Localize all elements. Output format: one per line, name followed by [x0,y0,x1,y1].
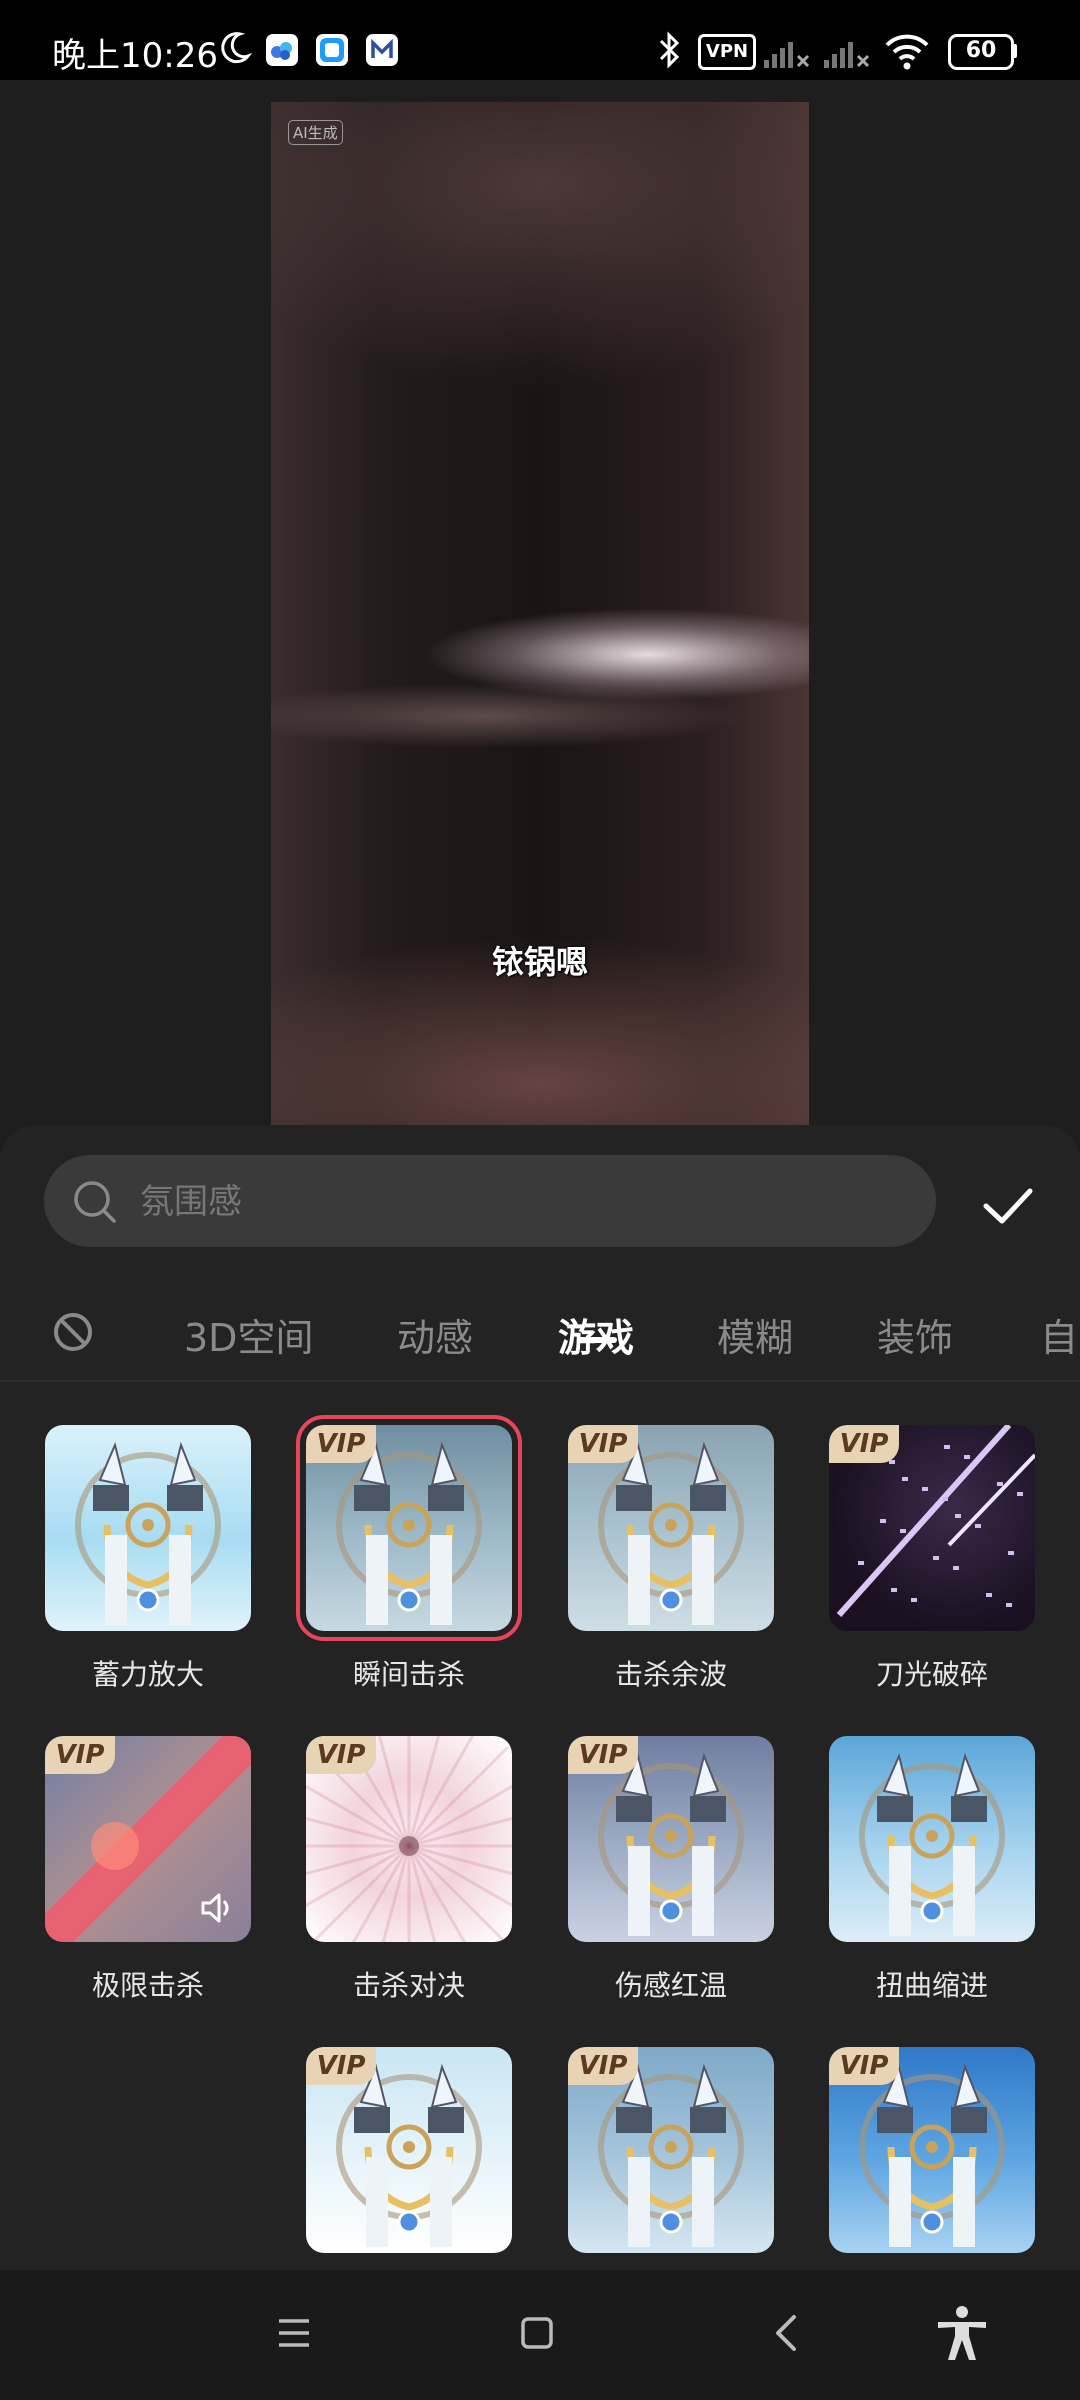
tab-3d-space[interactable]: 3D空间 [184,1307,313,1362]
no-effect-icon[interactable] [52,1311,94,1353]
effect-thumbnail[interactable]: VIP [829,1425,1035,1631]
castle-artwork [75,1441,221,1625]
moon-icon [221,32,252,64]
effect-label: 瞬间击杀 [352,1658,465,1691]
app-notification-icon [266,34,298,66]
battery-tip [1012,44,1017,58]
effect-label: 扭曲缩进 [875,1969,988,2002]
vip-badge: VIP [568,1736,638,1774]
vpn-badge: VPN [698,34,756,70]
tab-dynamic[interactable]: 动感 [397,1307,473,1362]
effect-label: 击杀对决 [352,1969,465,2002]
tab-decoration[interactable]: 装饰 [877,1307,953,1362]
search-icon [74,1181,116,1223]
home-icon[interactable] [519,2315,555,2351]
effect-thumbnail[interactable]: VIP [45,1736,251,1942]
status-bar: 晚上10:26 VPN 60 [0,0,1080,80]
tab-more[interactable]: 自 [1040,1307,1078,1362]
effect-label: 蓄力放大 [91,1658,204,1691]
effect-thumbnail[interactable]: VIP [306,2047,512,2253]
subtitle-text[interactable]: 铱锅嗯 [271,937,809,983]
accessibility-icon[interactable] [936,2306,988,2362]
tab-blur[interactable]: 模糊 [717,1307,793,1362]
menu-icon[interactable] [276,2315,312,2351]
signal-2-icon [824,42,870,68]
mail-app-icon [366,34,398,66]
effect-label: 伤感红温 [614,1969,727,2002]
castle-artwork [859,1752,1005,1936]
effects-panel: 3D空间 动感 游戏 模糊 装饰 自 蓄力放大 VIP 瞬间击杀 VIP 击杀余波 VIP… [0,1125,1080,2270]
vip-badge: VIP [829,1425,899,1463]
active-tab-indicator [577,1337,617,1343]
back-icon[interactable] [768,2313,804,2353]
effect-thumbnail[interactable] [45,1425,251,1631]
vip-badge: VIP [306,2047,376,2085]
vip-badge: VIP [45,1736,115,1774]
category-tabs: 3D空间 动感 游戏 模糊 装饰 自 [0,1285,1080,1380]
video-preview-area: AI生成 铱锅嗯 [0,80,1080,1125]
battery-level: 60 [965,38,997,63]
effect-thumbnail[interactable]: VIP [568,2047,774,2253]
video-preview[interactable]: AI生成 铱锅嗯 [271,102,809,1125]
bluetooth-icon [659,31,680,69]
effect-thumbnail[interactable]: VIP [829,2047,1035,2253]
effect-thumbnail[interactable]: VIP [568,1736,774,1942]
vip-badge: VIP [829,2047,899,2085]
vip-badge: VIP [306,1425,376,1463]
vip-badge: VIP [568,2047,638,2085]
vip-badge: VIP [306,1736,376,1774]
system-nav-bar [0,2270,1080,2400]
signal-1-icon [764,42,810,68]
effect-thumbnail[interactable]: VIP [568,1425,774,1631]
search-bar[interactable] [44,1155,936,1247]
effect-label: 击杀余波 [614,1658,727,1691]
effect-thumbnail[interactable]: VIP [296,1415,522,1641]
effect-thumbnail[interactable]: VIP [306,1736,512,1942]
vip-badge: VIP [568,1425,638,1463]
battery-icon: 60 [948,34,1014,70]
effect-label: 极限击杀 [91,1969,204,2002]
search-input[interactable] [138,1171,902,1233]
status-time: 晚上10:26 [52,36,218,76]
confirm-button[interactable] [976,1173,1040,1237]
message-app-icon [316,34,348,66]
wifi-icon [885,34,929,70]
divider [0,1380,1080,1382]
effect-label: 刀光破碎 [875,1658,988,1691]
sound-icon [201,1893,229,1923]
ai-generated-badge: AI生成 [288,120,343,145]
effect-thumbnail[interactable] [829,1736,1035,1942]
tab-game[interactable]: 游戏 [558,1307,634,1362]
